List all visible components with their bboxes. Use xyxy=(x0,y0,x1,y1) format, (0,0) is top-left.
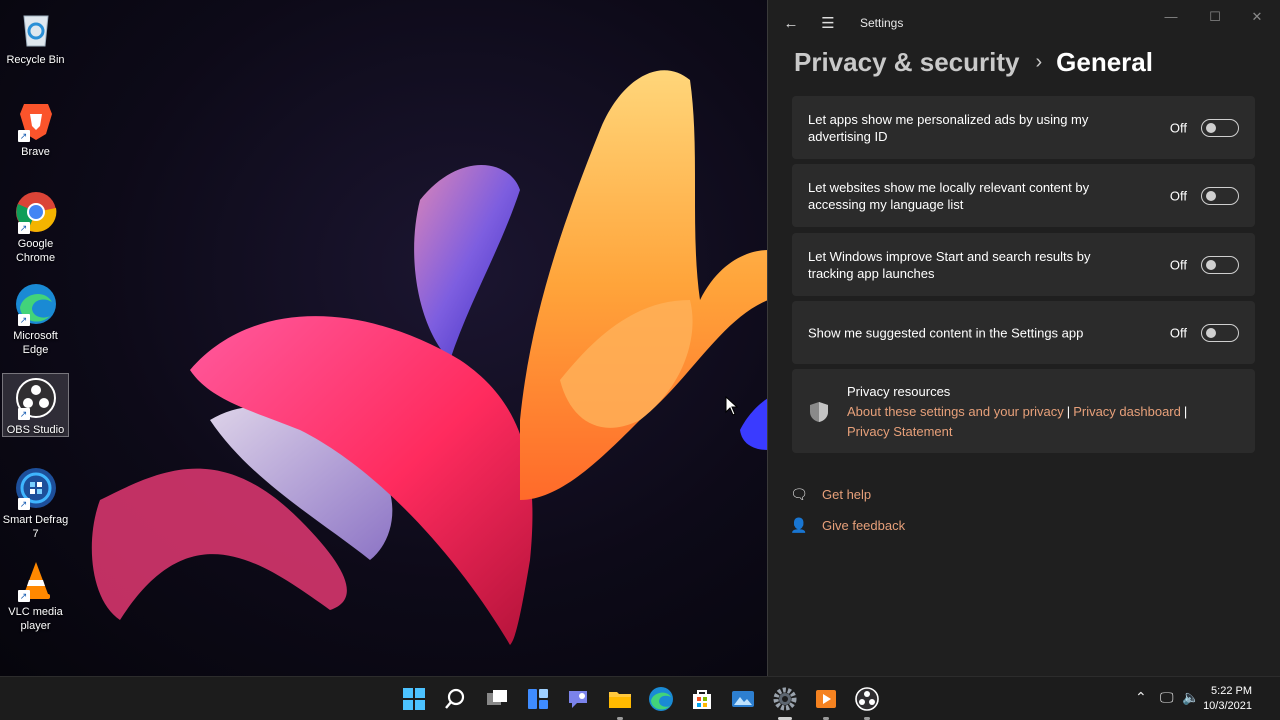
media-player-icon[interactable] xyxy=(812,685,840,720)
shortcut-arrow-icon: ↗ xyxy=(17,314,30,326)
page-title: General xyxy=(1056,46,1153,77)
settings-gear-icon[interactable] xyxy=(771,685,799,720)
setting-row-advertising-id: Let apps show me personalized ads by usi… xyxy=(792,96,1255,159)
edge-icon[interactable] xyxy=(647,685,675,713)
privacy-resources-links: About these settings and your privacy | Pr… xyxy=(847,402,1207,442)
vlc-icon: ↗ xyxy=(14,558,58,602)
back-arrow-icon[interactable]: ← xyxy=(779,12,803,36)
desktop-icon-chrome[interactable]: ↗ Google Chrome xyxy=(2,190,69,265)
about-privacy-link[interactable]: About these settings and your privacy xyxy=(847,404,1064,419)
shortcut-arrow-icon: ↗ xyxy=(17,222,30,234)
desktop-icon-edge[interactable]: ↗ Microsoft Edge xyxy=(2,282,69,357)
setting-row-app-launches: Let Windows improve Start and search res… xyxy=(792,233,1255,296)
chrome-icon: ↗ xyxy=(14,190,58,234)
feedback-person-icon: 👤 xyxy=(790,517,808,533)
get-help-label: Get help xyxy=(822,486,872,502)
chevron-right-icon: › xyxy=(1035,50,1043,73)
setting-row-language-list: Let websites show me locally relevant co… xyxy=(792,164,1255,227)
toggle-state-label: Off xyxy=(1169,257,1187,272)
shortcut-arrow-icon: ↗ xyxy=(17,590,30,602)
setting-description: Let websites show me locally relevant co… xyxy=(808,179,1090,212)
give-feedback-label: Give feedback xyxy=(822,517,906,533)
toggle-state-label: Off xyxy=(1169,188,1187,203)
desktop-icon-label: Smart Defrag 7 xyxy=(2,514,69,540)
toggle-switch-language-list[interactable] xyxy=(1201,186,1239,205)
chevron-up-icon[interactable]: ⌃ xyxy=(1135,689,1147,706)
obs-icon: ↗ xyxy=(14,376,58,420)
desktop-icon-obs-studio[interactable]: ↗ OBS Studio xyxy=(2,373,69,437)
toggle-switch-advertising-id[interactable] xyxy=(1201,118,1239,137)
toggle-state-label: Off xyxy=(1169,120,1187,135)
link-separator: | xyxy=(1183,404,1188,419)
file-explorer-icon[interactable] xyxy=(606,685,634,720)
setting-description: Let apps show me personalized ads by usi… xyxy=(808,111,1089,144)
brave-icon: ↗ xyxy=(14,98,58,142)
clock[interactable]: 5:22 PM 10/3/2021 xyxy=(1203,684,1252,714)
minimize-button[interactable]: — xyxy=(1151,6,1191,28)
desktop-icon-label: VLC media player xyxy=(8,606,63,632)
edge-icon: ↗ xyxy=(14,282,58,326)
taskbar: ⌃ 🖵 🔈 5:22 PM 10/3/2021 xyxy=(0,676,1280,720)
toggle-switch-app-launches[interactable] xyxy=(1201,255,1239,274)
store-icon[interactable] xyxy=(688,685,716,713)
settings-window: ← ☰ Settings — ☐ ✕ Privacy & security › … xyxy=(767,0,1280,676)
network-icon[interactable]: 🖵 xyxy=(1160,689,1174,706)
privacy-statement-link[interactable]: Privacy Statement xyxy=(847,424,953,439)
desktop-icon-brave[interactable]: ↗ Brave xyxy=(2,98,69,159)
task-view-icon[interactable] xyxy=(483,685,511,713)
clock-time: 5:22 PM xyxy=(1211,685,1252,697)
app-title: Settings xyxy=(860,16,904,30)
maximize-button[interactable]: ☐ xyxy=(1195,6,1235,28)
setting-description: Show me suggested content in the Setting… xyxy=(808,325,1084,340)
privacy-resources-card: Privacy resources About these settings a… xyxy=(792,369,1255,453)
desktop-icon-recycle-bin[interactable]: Recycle Bin xyxy=(2,6,69,67)
recycle-bin-icon xyxy=(14,6,58,50)
toggle-state-label: Off xyxy=(1169,325,1187,340)
smart-defrag-icon: ↗ xyxy=(14,466,58,510)
desktop-icon-label: Brave xyxy=(21,146,50,158)
mouse-cursor xyxy=(725,396,739,416)
desktop-icon-smart-defrag[interactable]: ↗ Smart Defrag 7 xyxy=(2,466,69,541)
desktop-icon-label: Google Chrome xyxy=(15,238,56,264)
desktop-icon-label: OBS Studio xyxy=(6,424,65,436)
link-separator: | xyxy=(1066,404,1071,419)
close-button[interactable]: ✕ xyxy=(1237,6,1277,28)
desktop: Recycle Bin ↗ Brave ↗ Google Chrome ↗ Mi… xyxy=(0,0,768,676)
privacy-dashboard-link[interactable]: Privacy dashboard xyxy=(1073,404,1181,419)
privacy-resources-title: Privacy resources xyxy=(847,384,951,399)
shortcut-arrow-icon: ↗ xyxy=(17,498,30,510)
chat-icon[interactable] xyxy=(565,685,593,713)
give-feedback-link[interactable]: 👤 Give feedback xyxy=(790,514,905,536)
wallpaper-bloom xyxy=(91,70,768,645)
setting-row-suggested-content: Show me suggested content in the Setting… xyxy=(792,301,1255,364)
get-help-link[interactable]: 🗨 Get help xyxy=(790,483,871,505)
volume-icon[interactable]: 🔈 xyxy=(1182,689,1199,706)
shield-icon xyxy=(810,402,828,422)
breadcrumb-parent-link[interactable]: Privacy & security xyxy=(794,47,1019,78)
desktop-icon-label: Microsoft Edge xyxy=(13,330,58,356)
desktop-icon-label: Recycle Bin xyxy=(6,54,65,66)
toggle-switch-suggested-content[interactable] xyxy=(1201,323,1239,342)
clock-date: 10/3/2021 xyxy=(1203,700,1252,712)
title-bar: ← ☰ Settings — ☐ ✕ xyxy=(768,0,1280,46)
shortcut-arrow-icon: ↗ xyxy=(17,408,30,420)
shortcut-arrow-icon: ↗ xyxy=(17,130,30,142)
obs-icon[interactable] xyxy=(853,685,881,720)
photos-icon[interactable] xyxy=(729,685,757,713)
search-icon[interactable] xyxy=(441,685,469,713)
start-icon[interactable] xyxy=(400,685,428,713)
breadcrumb: Privacy & security › General xyxy=(794,44,1153,80)
help-chat-icon: 🗨 xyxy=(790,486,808,502)
desktop-icon-vlc[interactable]: ↗ VLC media player xyxy=(2,558,69,633)
widgets-icon[interactable] xyxy=(524,685,552,713)
setting-description: Let Windows improve Start and search res… xyxy=(808,248,1091,281)
hamburger-menu-icon[interactable]: ☰ xyxy=(816,12,840,36)
